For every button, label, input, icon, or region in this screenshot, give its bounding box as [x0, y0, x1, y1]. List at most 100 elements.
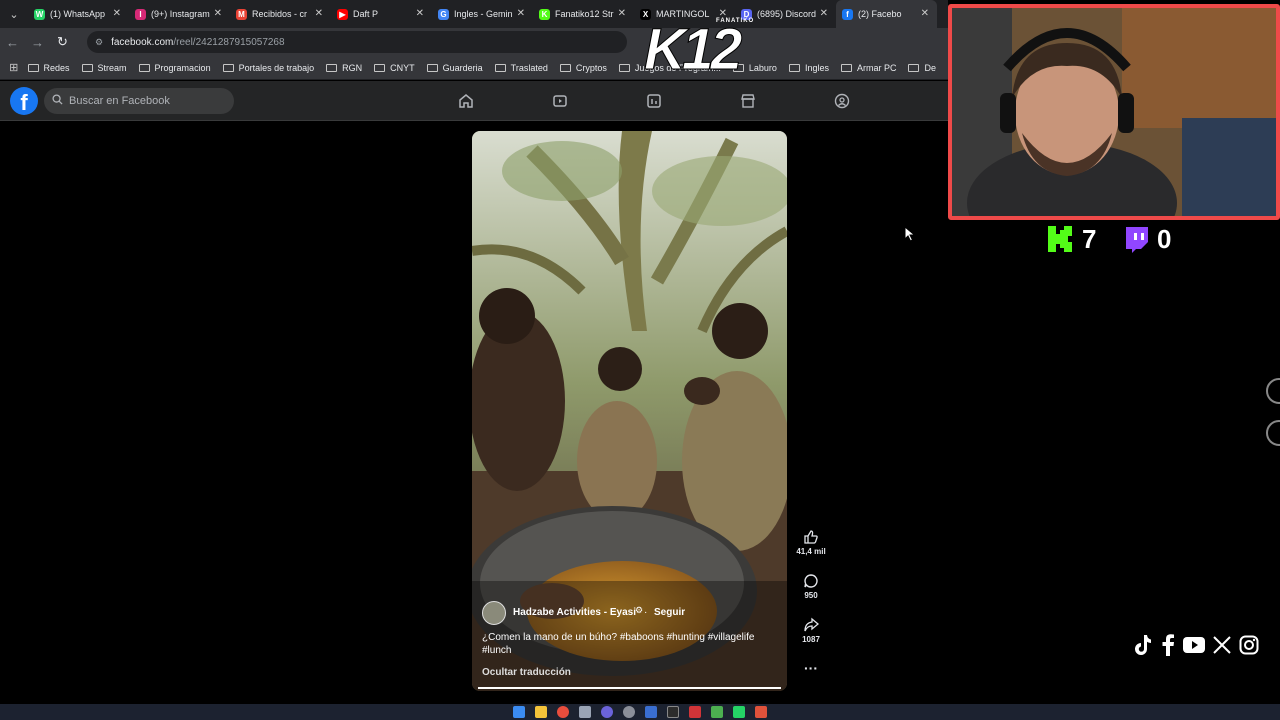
comment-button[interactable]: 950: [791, 573, 831, 600]
x-logo-icon: [1213, 636, 1231, 654]
folder-icon: [559, 63, 571, 72]
bookmark-label: Portales de trabajo: [238, 62, 315, 73]
folder-icon: [222, 63, 234, 72]
forward-arrow-icon[interactable]: →: [25, 35, 50, 50]
previous-reel-button[interactable]: [1266, 378, 1280, 404]
tab-close-icon[interactable]: ✕: [921, 8, 929, 19]
bookmark-folder[interactable]: Redes: [27, 62, 70, 73]
reel-author-name[interactable]: Hadzabe Activities - Eyasi: [513, 607, 636, 618]
instagram-icon: I: [135, 8, 146, 20]
tab-close-icon[interactable]: ✕: [416, 8, 424, 19]
tab-title: Ingles - Gemin: [454, 9, 513, 19]
discord-taskbar-icon[interactable]: [601, 706, 613, 718]
marketplace-icon[interactable]: [740, 93, 756, 109]
url-host: facebook.com: [111, 36, 174, 48]
bookmark-label: Redes: [43, 62, 70, 73]
browser-tab[interactable]: f (2) Facebo ✕: [836, 0, 937, 28]
url-field[interactable]: ⚙ facebook.com/reel/2421287915057268: [87, 31, 627, 53]
like-button[interactable]: 41,4 mil: [791, 529, 831, 556]
facebook-search-input[interactable]: Buscar en Facebook: [44, 88, 234, 114]
more-options-icon[interactable]: ···: [791, 660, 831, 676]
bookmark-label: Cryptos: [575, 62, 607, 73]
bookmark-folder[interactable]: Cryptos: [559, 62, 607, 73]
groups-icon[interactable]: [834, 93, 850, 109]
reel-caption-line2: #lunch: [482, 645, 512, 656]
bookmark-folder[interactable]: RGN: [326, 63, 362, 73]
share-button[interactable]: 1087: [791, 617, 831, 644]
webcam-image: [952, 8, 1276, 216]
stream-logo: FANATIKO K12: [636, 10, 770, 86]
bookmark-folder[interactable]: Armar PC: [840, 62, 897, 73]
facebook-logo-icon[interactable]: f: [10, 87, 38, 115]
dashboard-icon[interactable]: [646, 93, 662, 109]
url-path: /reel/2421287915057268: [173, 36, 285, 48]
terminal-icon[interactable]: [667, 706, 679, 718]
reel-progress-bar[interactable]: [478, 687, 781, 689]
bookmark-label: Traslated: [510, 62, 548, 73]
tab-close-icon[interactable]: ✕: [315, 8, 323, 19]
calculator-icon[interactable]: [579, 706, 591, 718]
reel-video[interactable]: Hadzabe Activities - Eyasi ⚙ · Seguir ¿C…: [472, 131, 787, 691]
facebook-header: f Buscar en Facebook: [0, 81, 948, 121]
bookmark-label: Ingles: [804, 62, 829, 73]
video-icon[interactable]: [552, 93, 568, 109]
hide-translation-link[interactable]: Ocultar traducción: [482, 667, 571, 678]
bookmark-label: CNYT: [390, 62, 415, 73]
bookmark-label: Armar PC: [856, 62, 897, 73]
file-explorer-icon[interactable]: [535, 706, 547, 718]
tab-close-icon[interactable]: ✕: [214, 8, 222, 19]
folder-icon: [326, 63, 338, 72]
start-menu-icon[interactable]: [513, 706, 525, 718]
home-icon[interactable]: [458, 93, 474, 109]
folder-icon: [840, 63, 852, 72]
tab-title: (9+) Instagram: [151, 9, 210, 19]
apps-grid-icon[interactable]: ⊞: [0, 61, 28, 74]
obs-icon[interactable]: [623, 706, 635, 718]
chrome-icon[interactable]: [557, 706, 569, 718]
bookmark-folder[interactable]: Ingles: [788, 62, 829, 73]
follow-button[interactable]: Seguir: [654, 607, 685, 618]
bookmark-folder[interactable]: Stream: [81, 62, 127, 73]
twitch-logo-icon: [1122, 225, 1150, 253]
youtube-icon: [1183, 637, 1205, 653]
browser-tab[interactable]: ▶ Daft P ✕: [331, 0, 432, 28]
stream-logo-text: K12: [643, 17, 742, 82]
tab-close-icon[interactable]: ✕: [820, 8, 828, 19]
bookmark-folder[interactable]: Guarderia: [426, 62, 483, 73]
tab-title: (2) Facebo: [858, 9, 902, 19]
reel-caption-line1: ¿Comen la mano de un búho? #baboons #hun…: [482, 632, 755, 643]
tab-close-icon[interactable]: ✕: [618, 8, 626, 19]
bookmark-folder[interactable]: CNYT: [374, 63, 415, 73]
browser-tab[interactable]: M Recibidos - cr ✕: [230, 0, 331, 28]
site-info-icon[interactable]: ⚙: [95, 37, 103, 48]
twitch-viewer-count: 0: [1157, 224, 1172, 254]
next-reel-button[interactable]: [1266, 420, 1280, 446]
bookmark-folder[interactable]: Programacion: [138, 63, 211, 73]
tab-close-icon[interactable]: ✕: [113, 8, 121, 19]
browser-tab[interactable]: G Ingles - Gemin ✕: [432, 0, 533, 28]
instagram-icon: [1239, 635, 1259, 655]
author-avatar[interactable]: [482, 601, 506, 625]
bookmark-folder[interactable]: Portales de trabajo: [222, 62, 315, 73]
tab-search-chevron-icon[interactable]: ⌄: [0, 0, 28, 28]
browser-tab[interactable]: W (1) WhatsApp ✕: [28, 0, 129, 28]
bookmark-label: Stream: [97, 62, 127, 73]
bookmark-label: De: [924, 62, 936, 73]
browser-tab[interactable]: K Fanatiko12 Str ✕: [533, 0, 634, 28]
bookmark-folder[interactable]: Traslated: [494, 62, 548, 73]
folder-icon: [908, 63, 920, 72]
game-icon[interactable]: [711, 706, 723, 718]
tiktok-icon: [1135, 635, 1151, 655]
bookmark-label: Guarderia: [442, 62, 483, 73]
misc-app-icon[interactable]: [755, 706, 767, 718]
tab-close-icon[interactable]: ✕: [517, 8, 525, 19]
browser-tab[interactable]: I (9+) Instagram ✕: [129, 0, 230, 28]
share-count: 1087: [802, 635, 820, 644]
vscode-icon[interactable]: [645, 706, 657, 718]
reload-icon[interactable]: ↻: [50, 34, 75, 50]
bookmark-folder[interactable]: De: [908, 63, 936, 73]
whatsapp-taskbar-icon[interactable]: [733, 706, 745, 718]
comment-icon: [804, 574, 818, 588]
back-arrow-icon[interactable]: ←: [0, 35, 25, 50]
app-icon[interactable]: [689, 706, 701, 718]
